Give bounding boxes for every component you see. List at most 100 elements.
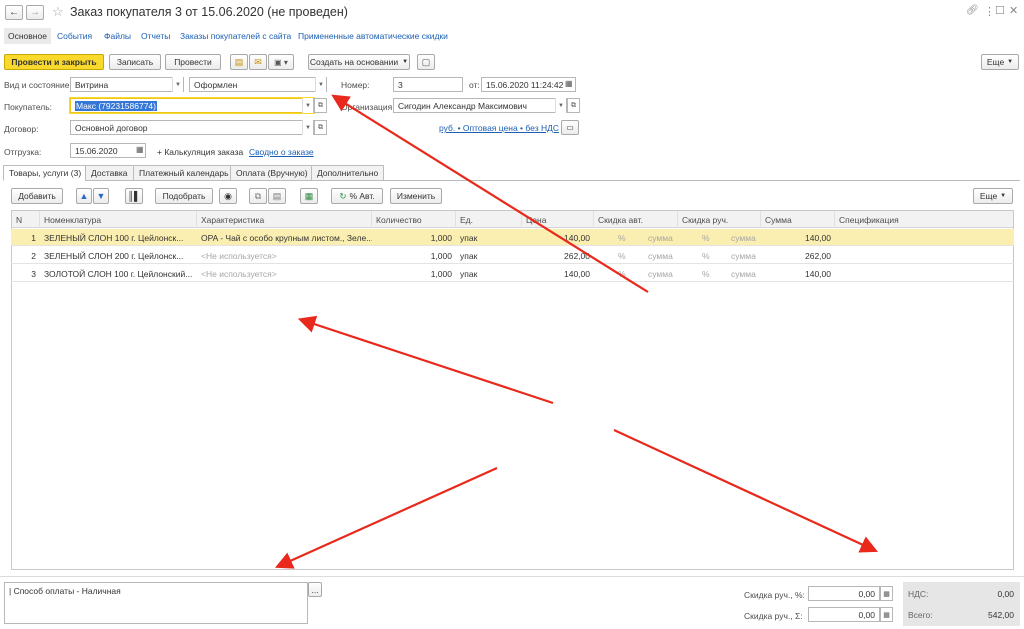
auto-discount-button[interactable]: ↻% Авт. [331, 188, 383, 204]
tab-payment-calendar[interactable]: Платежный календарь [133, 165, 235, 181]
col-header-unit[interactable]: Ед. [456, 211, 522, 228]
col-header-n[interactable]: N [12, 211, 40, 228]
col-header-characteristic[interactable]: Характеристика [197, 211, 372, 228]
open-link-icon[interactable]: ⧉ [567, 98, 580, 113]
arrow-down-icon: ▼ [96, 191, 106, 201]
nav-tab-files[interactable]: Файлы [104, 31, 131, 41]
number-field[interactable]: 3 [393, 77, 463, 92]
open-link-icon[interactable]: ⧉ [314, 120, 327, 135]
calendar-icon[interactable]: ▦ [136, 145, 144, 154]
date-field[interactable]: 15.06.2020 11:24:42 [481, 77, 576, 92]
card-button[interactable]: ▭ [561, 120, 579, 135]
tab-payment-manual[interactable]: Оплата (Вручную) [230, 165, 314, 181]
row-manual-pct[interactable]: % [698, 265, 718, 282]
row-qty[interactable]: 1,000 [372, 247, 456, 264]
nav-tab-main[interactable]: Основное [4, 28, 51, 44]
create-based-button[interactable]: Создать на основании ▼ [308, 54, 410, 70]
row-unit[interactable]: упак [456, 229, 522, 246]
table-more-button[interactable]: Еще ▼ [973, 188, 1013, 204]
maximize-icon[interactable]: ☐ [995, 4, 1005, 17]
row-characteristic[interactable]: <Не используется> [197, 265, 372, 282]
mail-button[interactable]: ✉ [249, 54, 267, 70]
org-field[interactable]: Сигодин Александр Максимович [393, 98, 567, 113]
save-button[interactable]: Записать [109, 54, 161, 70]
row-qty[interactable]: 1,000 [372, 229, 456, 246]
col-header-sum[interactable]: Сумма [761, 211, 835, 228]
manual-discount-pct-field[interactable]: 0,00 [808, 586, 880, 601]
nav-tab-events[interactable]: События [57, 31, 92, 41]
pick-button[interactable]: Подобрать [155, 188, 213, 204]
manual-discount-sum-label: Скидка руч., Σ: [744, 611, 803, 621]
nav-tab-auto-discounts[interactable]: Примененные автоматические скидки [298, 31, 448, 41]
close-icon[interactable]: ✕ [1009, 4, 1018, 17]
forward-button[interactable]: → [26, 5, 44, 20]
row-manual-pct[interactable]: % [698, 229, 718, 246]
row-unit[interactable]: упак [456, 247, 522, 264]
excel-button[interactable]: ▦ [300, 188, 318, 204]
chevron-down-icon[interactable]: ▼ [555, 98, 566, 113]
chevron-down-icon[interactable]: ▼ [302, 98, 313, 113]
manual-discount-sum-field[interactable]: 0,00 [808, 607, 880, 622]
contract-field[interactable]: Основной договор [70, 120, 314, 135]
paste-button[interactable]: ▤ [268, 188, 286, 204]
link-icon[interactable]: 🔗︎ [966, 5, 979, 16]
open-link-icon[interactable]: ⧉ [314, 98, 327, 113]
view-button[interactable]: ◉ [219, 188, 237, 204]
barcode-button[interactable]: ║▌ [125, 188, 143, 204]
calculator-icon[interactable]: ▦ [880, 607, 893, 622]
chevron-down-icon[interactable]: ▼ [315, 77, 326, 92]
post-button[interactable]: Провести [165, 54, 221, 70]
change-button[interactable]: Изменить [390, 188, 442, 204]
move-up-button[interactable]: ▲ [76, 188, 92, 204]
comment-edit-button[interactable]: ... [308, 582, 322, 597]
calculator-icon[interactable]: ▦ [880, 586, 893, 601]
order-summary-link[interactable]: Сводно о заказе [249, 147, 314, 157]
move-down-button[interactable]: ▼ [93, 188, 109, 204]
col-header-spec[interactable]: Спецификация [835, 211, 1013, 228]
more-button[interactable]: Еще ▼ [981, 54, 1019, 70]
row-price[interactable]: 140,00 [522, 229, 594, 246]
table-row[interactable]: 2 ЗЕЛЕНЫЙ СЛОН 200 г. Цейлонск... <Не ис… [11, 247, 1014, 264]
chevron-down-icon[interactable]: ▼ [302, 120, 313, 135]
tab-delivery[interactable]: Доставка [85, 165, 134, 181]
col-header-item[interactable]: Номенклатура [40, 211, 197, 228]
table-row[interactable]: 1 ЗЕЛЕНЫЙ СЛОН 100 г. Цейлонск... OPA - … [11, 229, 1014, 246]
post-and-close-button[interactable]: Провести и закрыть [4, 54, 104, 70]
add-button[interactable]: Добавить [11, 188, 63, 204]
row-price[interactable]: 140,00 [522, 265, 594, 282]
row-manual-pct[interactable]: % [698, 247, 718, 264]
row-characteristic[interactable]: <Не используется> [197, 247, 372, 264]
row-qty[interactable]: 1,000 [372, 265, 456, 282]
nav-tab-site-orders[interactable]: Заказы покупателей с сайта [180, 31, 291, 41]
copy-button[interactable]: ⧉ [249, 188, 267, 204]
row-characteristic[interactable]: OPA - Чай с особо крупным листом., Зеле.… [197, 229, 372, 246]
price-terms-link[interactable]: руб. • Оптовая цена • без НДС [439, 123, 559, 133]
col-header-auto-discount[interactable]: Скидка авт. [594, 211, 678, 228]
print-button[interactable]: ▣ ▾ [268, 54, 294, 70]
row-item[interactable]: ЗЕЛЕНЫЙ СЛОН 200 г. Цейлонск... [40, 247, 197, 264]
more-vertical-icon[interactable]: ⋮ [984, 5, 995, 18]
row-unit[interactable]: упак [456, 265, 522, 282]
col-header-manual-discount[interactable]: Скидка руч. [678, 211, 761, 228]
state-select[interactable]: Оформлен [189, 77, 327, 92]
report-button[interactable]: ▤ [230, 54, 248, 70]
nav-tab-reports[interactable]: Отчеты [141, 31, 170, 41]
col-header-qty[interactable]: Количество [372, 211, 456, 228]
shipment-date-field[interactable]: 15.06.2020 [70, 143, 146, 158]
col-header-price[interactable]: Цена [522, 211, 594, 228]
calendar-icon[interactable]: ▦ [565, 79, 573, 88]
buyer-field[interactable]: Макс (79231586774) [70, 98, 314, 113]
row-item[interactable]: ЗОЛОТОЙ СЛОН 100 г. Цейлонский... [40, 265, 197, 282]
docs-button[interactable]: ▢ [417, 54, 435, 70]
comment-field[interactable]: | Способ оплаты - Наличная [4, 582, 308, 624]
tab-goods[interactable]: Товары, услуги (3) [3, 165, 88, 181]
chevron-down-icon[interactable]: ▼ [172, 77, 183, 92]
row-price[interactable]: 262,00 [522, 247, 594, 264]
star-icon[interactable]: ☆ [52, 4, 64, 20]
table-row[interactable]: 3 ЗОЛОТОЙ СЛОН 100 г. Цейлонский... <Не … [11, 265, 1014, 282]
tab-additional[interactable]: Дополнительно [311, 165, 385, 181]
calc-order-link[interactable]: + Калькуляция заказа [157, 147, 243, 157]
row-item[interactable]: ЗЕЛЕНЫЙ СЛОН 100 г. Цейлонск... [40, 229, 197, 246]
back-button[interactable]: ← [5, 5, 23, 20]
kind-select[interactable]: Витрина [70, 77, 184, 92]
